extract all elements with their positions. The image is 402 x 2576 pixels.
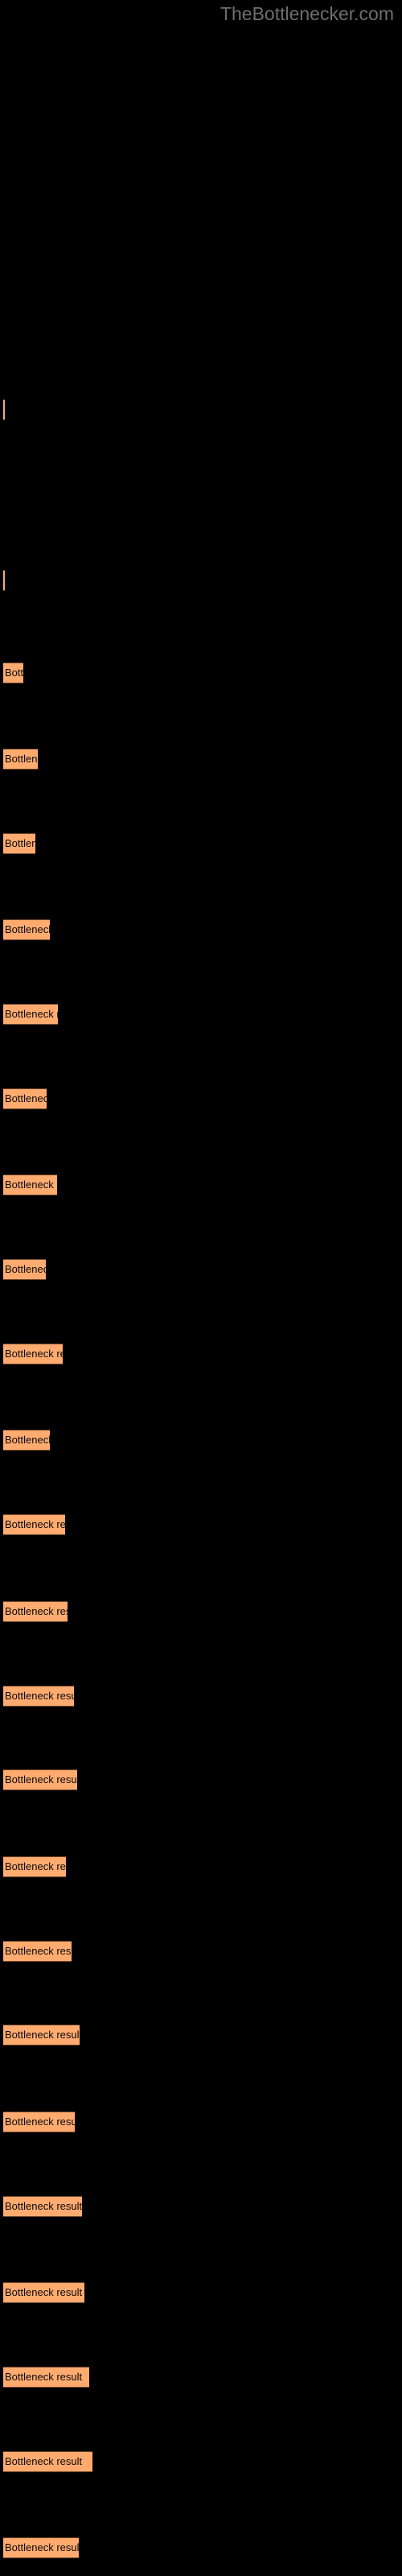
bar-row: Bottleneck result	[0, 2450, 402, 2472]
bar-label: Bottleneck result	[5, 1263, 46, 1276]
bar-label: Bottleneck result	[5, 837, 35, 849]
bar: Bottleneck result	[3, 1685, 74, 1707]
bar: Bottleneck result	[3, 662, 23, 683]
bottleneck-bar-chart: Bottleneck result Bottleneck result Bottle…	[0, 0, 402, 2576]
bar-row: Bottleneck result	[0, 2281, 402, 2303]
bar-row: Bottleneck result	[0, 399, 402, 420]
bar: Bottleneck result	[3, 2195, 82, 2217]
bar-label: Bottleneck result	[5, 666, 23, 679]
bar-row: Bottleneck result	[0, 1600, 402, 1622]
bar-row: Bottleneck result	[0, 2111, 402, 2132]
bar: Bottleneck result	[3, 570, 5, 592]
bar-label: Bottleneck result	[5, 1604, 68, 1617]
bar-row: Bottleneck result	[0, 1769, 402, 1791]
bar: Bottleneck result	[3, 1174, 57, 1196]
bar: Bottleneck result	[3, 1344, 63, 1365]
bar: Bottleneck result	[3, 2025, 80, 2046]
bar-label: Bottleneck result	[5, 2199, 82, 2212]
bar-row: Bottleneck result	[0, 2025, 402, 2046]
bar: Bottleneck result	[3, 919, 50, 941]
bar-label: Bottleneck result	[5, 1008, 58, 1021]
bar-row: Bottleneck result	[0, 2366, 402, 2388]
bar: Bottleneck result	[3, 1430, 50, 1451]
bar-label: Bottleneck result	[5, 1773, 77, 1786]
bar-label: Bottleneck result	[5, 1944, 72, 1957]
bar: Bottleneck result	[3, 2281, 84, 2303]
bar-label: Bottleneck result	[5, 2029, 80, 2041]
bar-label: Bottleneck result	[5, 923, 50, 936]
bar-row: Bottleneck result	[0, 1004, 402, 1026]
bar-label: Bottleneck result	[5, 1179, 57, 1191]
bar: Bottleneck result	[3, 1769, 77, 1791]
bar-label: Bottleneck result	[5, 1518, 65, 1531]
bar-row: Bottleneck result	[0, 833, 402, 854]
bar-row: Bottleneck result	[0, 919, 402, 941]
bar: Bottleneck result	[3, 1856, 66, 1877]
bar: Bottleneck result	[3, 833, 35, 854]
bar-row: Bottleneck result	[0, 1856, 402, 1877]
bar: Bottleneck result	[3, 1940, 72, 1962]
bar-row: Bottleneck result	[0, 1174, 402, 1196]
bar-row: Bottleneck result	[0, 2195, 402, 2217]
bar: Bottleneck result	[3, 2366, 89, 2388]
bar: Bottleneck result	[3, 2537, 79, 2558]
bar-label: Bottleneck result	[5, 2454, 83, 2467]
bar-row: Bottleneck result	[0, 662, 402, 683]
bar-row: Bottleneck result	[0, 2537, 402, 2558]
bar: Bottleneck result	[3, 2450, 92, 2472]
bar: Bottleneck result	[3, 1259, 46, 1281]
bar: Bottleneck result	[3, 1514, 65, 1536]
bar-row: Bottleneck result	[0, 1344, 402, 1365]
bar-label: Bottleneck result	[5, 1689, 74, 1702]
bar-label: Bottleneck result	[5, 1348, 63, 1360]
bar-label: Bottleneck result	[5, 2370, 83, 2383]
bar-label: Bottleneck result	[5, 2541, 79, 2553]
bar-row: Bottleneck result	[0, 1430, 402, 1451]
bar: Bottleneck result	[3, 1600, 68, 1622]
bar-label: Bottleneck result	[5, 2115, 75, 2128]
bar-row: Bottleneck result	[0, 1259, 402, 1281]
bar-row: Bottleneck result	[0, 1088, 402, 1110]
page-root: TheBottlenecker.com Bottleneck resultBot…	[0, 0, 402, 2576]
bar-row: Bottleneck result	[0, 570, 402, 592]
bar: Bottleneck result	[3, 749, 38, 770]
bar: Bottleneck result	[3, 1004, 58, 1026]
bar-label: Bottleneck result	[5, 753, 38, 766]
bar-label: Bottleneck result	[5, 1860, 66, 1872]
bar-row: Bottleneck result	[0, 1940, 402, 1962]
bar: Bottleneck result	[3, 1088, 47, 1110]
bar: Bottleneck result	[3, 399, 5, 420]
bar-label: Bottleneck result	[5, 2285, 83, 2298]
bar-row: Bottleneck result	[0, 1514, 402, 1536]
bar-label: Bottleneck result	[5, 1434, 50, 1447]
bar-row: Bottleneck result	[0, 749, 402, 770]
bar-label: Bottleneck result	[5, 1092, 47, 1105]
bar: Bottleneck result	[3, 2111, 75, 2132]
bar-row: Bottleneck result	[0, 1685, 402, 1707]
